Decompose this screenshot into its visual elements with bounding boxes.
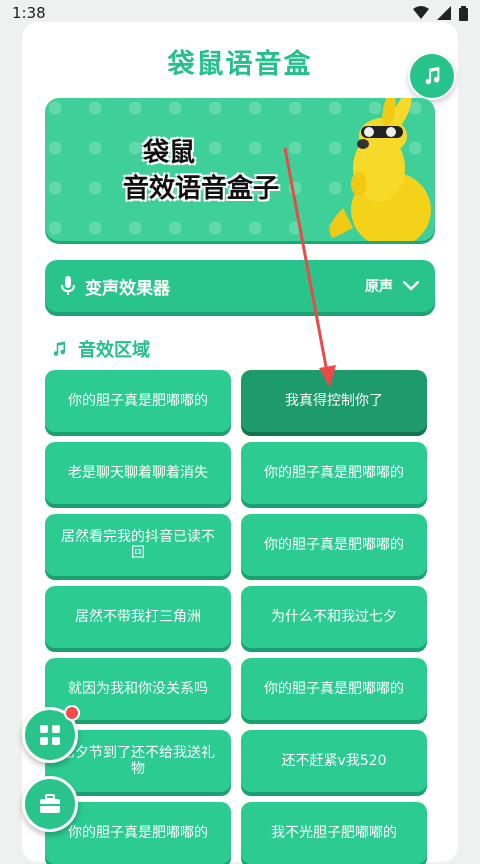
sound-button[interactable]: 我真得控制你了 bbox=[241, 370, 427, 432]
section-header: 音效区域 bbox=[50, 336, 150, 362]
banner-title-line2: 音效语音盒子 bbox=[123, 174, 280, 204]
sound-button-label: 就因为我和你没关系吗 bbox=[68, 681, 208, 697]
chevron-down-icon bbox=[403, 281, 419, 291]
banner: 袋鼠 音效语音盒子 bbox=[45, 98, 435, 241]
status-time: 1:38 bbox=[12, 4, 46, 22]
music-note-icon bbox=[53, 341, 66, 356]
sound-button-label: 还不赶紧v我520 bbox=[281, 753, 387, 769]
banner-title-line1: 袋鼠 bbox=[143, 138, 196, 168]
sound-button-label: 你的胆子真是肥嘟嘟的 bbox=[264, 681, 404, 697]
sound-button-label: 你的胆子真是肥嘟嘟的 bbox=[68, 825, 208, 841]
sound-button[interactable]: 你的胆子真是肥嘟嘟的 bbox=[241, 658, 427, 720]
sound-button-label: 你的胆子真是肥嘟嘟的 bbox=[264, 537, 404, 553]
music-note-icon bbox=[425, 66, 440, 85]
toolbox-icon bbox=[40, 794, 60, 813]
sound-button[interactable]: 老是聊天聊着聊着消失 bbox=[45, 442, 231, 504]
voice-effect-label: 变声效果器 bbox=[85, 278, 170, 299]
sound-button-label: 我真得控制你了 bbox=[285, 393, 383, 409]
microphone-icon bbox=[61, 276, 75, 295]
voice-effect-value: 原声 bbox=[365, 279, 393, 295]
signal-icon bbox=[437, 6, 451, 20]
voice-effect-selector[interactable]: 变声效果器 原声 bbox=[45, 260, 435, 312]
sound-grid: 你的胆子真是肥嘟嘟的 我真得控制你了 老是聊天聊着聊着消失 你的胆子真是肥嘟嘟的 居然看… bbox=[45, 370, 427, 864]
section-title: 音效区域 bbox=[78, 340, 150, 361]
sound-button-label: 你的胆子真是肥嘟嘟的 bbox=[264, 465, 404, 481]
sound-button[interactable]: 为什么不和我过七夕 bbox=[241, 586, 427, 648]
wifi-icon bbox=[413, 6, 429, 19]
notification-dot bbox=[64, 705, 80, 721]
kangaroo-mascot-image bbox=[329, 98, 431, 241]
sound-button[interactable]: 居然不带我打三角洲 bbox=[45, 586, 231, 648]
sound-button[interactable]: 还不赶紧v我520 bbox=[241, 730, 427, 792]
sound-button-label: 你的胆子真是肥嘟嘟的 bbox=[68, 393, 208, 409]
sound-button[interactable]: 你的胆子真是肥嘟嘟的 bbox=[241, 514, 427, 576]
sound-button[interactable]: 居然看完我的抖音已读不回 bbox=[45, 514, 231, 576]
sound-button[interactable]: 我不光胆子肥嘟嘟的 bbox=[241, 802, 427, 864]
sound-button-label: 七夕节到了还不给我送礼物 bbox=[61, 745, 215, 777]
sound-button[interactable]: 你的胆子真是肥嘟嘟的 bbox=[45, 370, 231, 432]
status-icons bbox=[413, 5, 468, 21]
sound-button[interactable]: 你的胆子真是肥嘟嘟的 bbox=[241, 442, 427, 504]
music-button[interactable] bbox=[408, 52, 456, 100]
sound-button-label: 居然不带我打三角洲 bbox=[75, 609, 201, 625]
sound-button-label: 为什么不和我过七夕 bbox=[271, 609, 397, 625]
sound-button-label: 老是聊天聊着聊着消失 bbox=[68, 465, 208, 481]
toolbox-button[interactable] bbox=[22, 776, 78, 832]
sound-button-label: 我不光胆子肥嘟嘟的 bbox=[271, 825, 397, 841]
sound-button-label: 居然看完我的抖音已读不回 bbox=[61, 529, 215, 561]
battery-icon bbox=[459, 5, 468, 21]
grid-icon bbox=[40, 725, 60, 745]
